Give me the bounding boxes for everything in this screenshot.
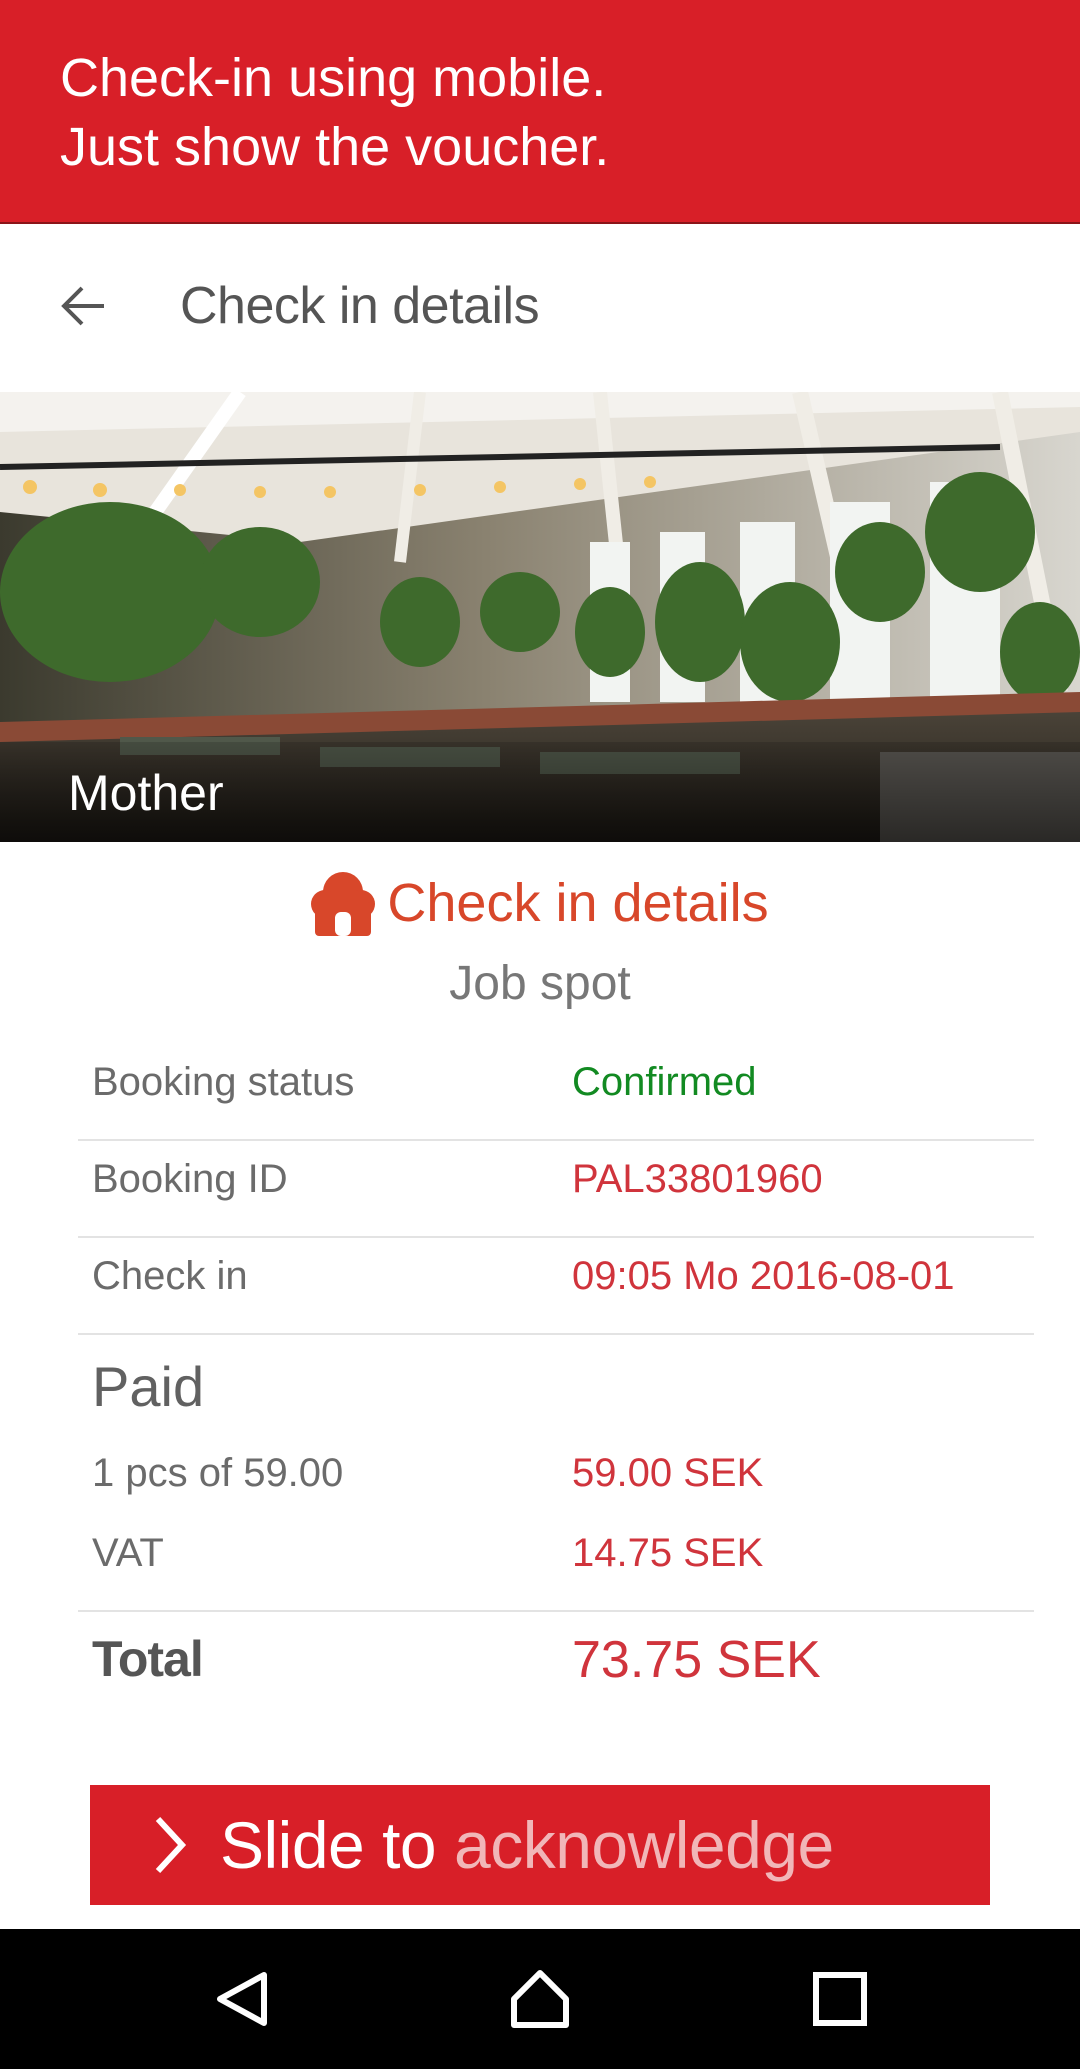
banner-line-2: Just show the voucher. xyxy=(60,117,610,177)
venue-name: Mother xyxy=(68,765,224,821)
slide-to-acknowledge-slider[interactable]: Slide to acknowledge xyxy=(90,1785,990,1905)
divider xyxy=(78,1236,1034,1238)
detail-label: Check in xyxy=(92,1254,248,1298)
arrow-left-icon[interactable] xyxy=(58,280,110,332)
detail-value: PAL33801960 xyxy=(572,1157,823,1201)
section-subtitle: Job spot xyxy=(449,957,631,1010)
divider xyxy=(78,1333,1034,1335)
slider-label: Slide to acknowledge xyxy=(220,1807,834,1883)
detail-label: Booking ID xyxy=(92,1157,288,1201)
system-nav-bar xyxy=(0,1929,1080,2069)
detail-value: 09:05 Mo 2016-08-01 xyxy=(572,1254,955,1298)
paid-line-value: 14.75 SEK xyxy=(572,1531,764,1575)
house-icon xyxy=(311,868,376,938)
nav-home-icon[interactable] xyxy=(508,1967,572,2031)
status-badge: Confirmed xyxy=(572,1060,757,1104)
app-bar: Check in details xyxy=(0,224,1080,392)
slider-label-part1: Slide to xyxy=(220,1808,454,1882)
checkin-banner: Check-in using mobile. Just show the vou… xyxy=(0,0,1080,223)
section-title: Check in details xyxy=(387,873,769,933)
total-value: 73.75 SEK xyxy=(572,1631,821,1689)
paid-line-label: VAT xyxy=(92,1531,164,1575)
page-title: Check in details xyxy=(180,277,540,335)
divider xyxy=(78,1139,1034,1141)
section-heading: Check in details xyxy=(0,868,1080,938)
nav-recents-icon[interactable] xyxy=(808,1967,872,2031)
nav-back-icon[interactable] xyxy=(210,1967,274,2031)
venue-photo: Mother xyxy=(0,392,1080,842)
banner-line-1: Check-in using mobile. xyxy=(60,48,607,108)
slider-label-part2: acknowledge xyxy=(453,1808,834,1882)
total-label: Total xyxy=(92,1631,204,1687)
divider xyxy=(78,1610,1034,1612)
paid-line-value: 59.00 SEK xyxy=(572,1451,764,1495)
chevron-right-icon[interactable] xyxy=(150,1813,190,1877)
paid-line-label: 1 pcs of 59.00 xyxy=(92,1451,344,1495)
detail-label: Booking status xyxy=(92,1060,355,1104)
paid-heading: Paid xyxy=(92,1355,205,1418)
